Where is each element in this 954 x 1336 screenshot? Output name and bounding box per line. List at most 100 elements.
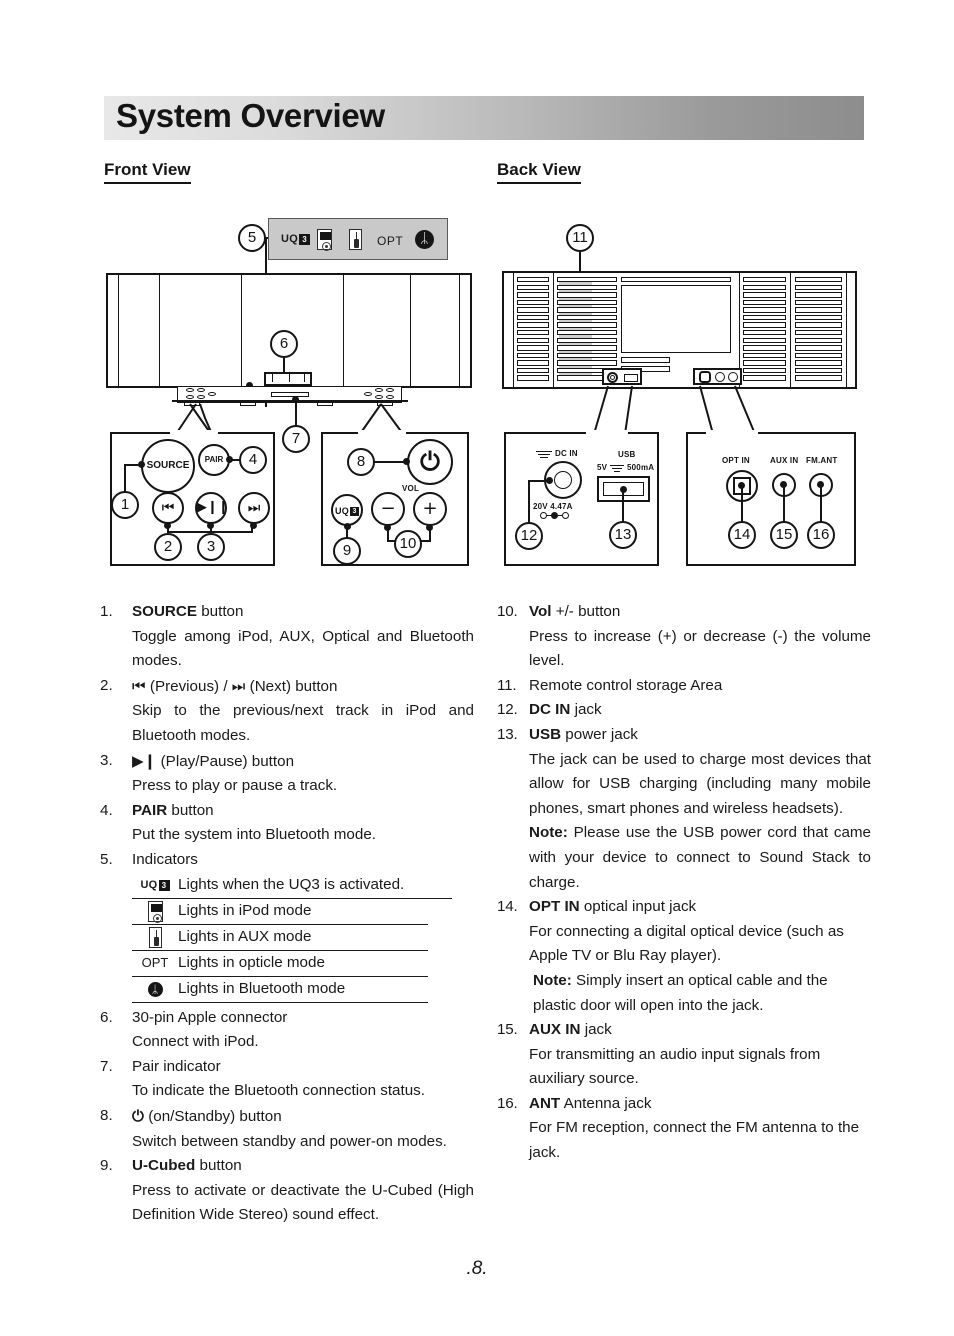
- bluetooth-icon: ᛦ: [132, 981, 178, 997]
- list-item-14: 14. OPT IN optical input jack For connec…: [497, 895, 871, 1018]
- list-item-1: 1. SOURCE button Toggle among iPod, AUX,…: [100, 600, 474, 674]
- page-number: .8.: [466, 1258, 488, 1279]
- indicator-row-bluetooth: ᛦ Lights in Bluetooth mode: [132, 977, 428, 1003]
- aux-in-label: AUX IN: [770, 456, 799, 465]
- callout-15-leader: [783, 485, 785, 522]
- item-11-heading: Remote control storage Area: [529, 676, 723, 694]
- item-4-body: Put the system into Bluetooth mode.: [132, 826, 376, 844]
- item-2-number: 2.: [100, 676, 113, 694]
- item-1-body: Toggle among iPod, AUX, Optical and Blue…: [132, 627, 474, 670]
- list-item-12: 12. DC IN jack: [497, 698, 871, 723]
- item-10-heading: Vol +/- button: [529, 603, 621, 620]
- indicator-row-uq3: UQ 3 Lights when the UQ3 is activated.: [132, 873, 452, 899]
- item-8-body: Switch between standby and power-on mode…: [132, 1132, 447, 1150]
- callout-12-leader-v: [528, 480, 530, 525]
- indicator-row-aux: Lights in AUX mode: [132, 925, 428, 951]
- aux-icon: [132, 926, 178, 948]
- uq3-icon: UQ 3: [132, 873, 178, 898]
- fm-ant-label: FM.ANT: [806, 456, 838, 465]
- item-3-body: Press to play or pause a track.: [132, 777, 338, 795]
- item-15-heading: AUX IN jack: [529, 1021, 612, 1039]
- item-16-heading: ANT Antenna jack: [529, 1094, 652, 1112]
- previous-icon: ⏮: [132, 676, 146, 695]
- item-8-number: 8.: [100, 1106, 113, 1124]
- list-item-5: 5. Indicators UQ 3 Lights when the UQ3 is…: [100, 848, 474, 1003]
- item-14-body: For connecting a digital optical device …: [529, 922, 844, 965]
- callout-13-leader: [622, 490, 624, 522]
- item-5-heading: Indicators: [132, 850, 198, 868]
- list-item-9: 9. U-Cubed button Press to activate or d…: [100, 1154, 474, 1228]
- callout-13: 13: [609, 521, 637, 549]
- item-1-number: 1.: [100, 603, 113, 620]
- item-14-number: 14.: [497, 898, 518, 916]
- item-14-heading: OPT IN optical input jack: [529, 898, 697, 916]
- item-9-heading: U-Cubed button: [132, 1157, 242, 1175]
- item-13-note: Note: Please use the USB power cord that…: [529, 824, 871, 891]
- play-pause-icon: ▶❙: [132, 751, 157, 770]
- indicator-legend: UQ 3 Lights when the UQ3 is activated. Li…: [132, 873, 474, 1003]
- opt-icon: OPT: [141, 954, 169, 970]
- back-view-diagram: 11 DC IN 12 20V 4.47A USB 5V 500mA 13 OP…: [0, 0, 954, 590]
- item-4-heading: PAIR button: [132, 801, 214, 819]
- item-9-body: Press to activate or deactivate the U-Cu…: [132, 1181, 474, 1224]
- item-3-heading: ▶❙ (Play/Pause) button: [132, 751, 295, 770]
- item-7-heading: Pair indicator: [132, 1057, 221, 1075]
- item-4-number: 4.: [100, 801, 113, 819]
- list-item-6: 6. 30-pin Apple connector Connect with i…: [100, 1006, 474, 1055]
- back-right-detail-box: [686, 432, 856, 566]
- item-6-number: 6.: [100, 1008, 113, 1026]
- list-item-11: 11. Remote control storage Area: [497, 674, 871, 699]
- item-2-heading: ⏮ (Previous) / ⏭ (Next) button: [132, 676, 338, 695]
- dc-in-jack-inner: [554, 471, 572, 489]
- ipod-icon: [132, 900, 178, 923]
- back-leader-notch-left: [586, 430, 628, 436]
- next-icon: ⏭: [231, 676, 246, 695]
- list-item-7: 7. Pair indicator To indicate the Blueto…: [100, 1055, 474, 1104]
- callout-16-leader: [820, 485, 822, 522]
- indicator-row-ipod: Lights in iPod mode: [132, 899, 428, 925]
- item-15-body: For transmitting an audio input signals …: [529, 1045, 821, 1088]
- indicator-ipod-text: Lights in iPod mode: [178, 901, 312, 919]
- indicator-opt-text: Lights in opticle mode: [178, 953, 325, 971]
- item-14-note: Note: Simply insert an optical cable and…: [533, 971, 828, 1014]
- item-11-number: 11.: [497, 676, 517, 694]
- left-text-column: 1. SOURCE button Toggle among iPod, AUX,…: [100, 600, 474, 1228]
- list-item-15: 15. AUX IN jack For transmitting an audi…: [497, 1018, 871, 1092]
- back-leader-notch-right: [706, 430, 758, 436]
- indicator-bluetooth-text: Lights in Bluetooth mode: [178, 979, 346, 997]
- usb-label: USB: [618, 450, 636, 459]
- item-3-number: 3.: [100, 751, 113, 769]
- item-13-number: 13.: [497, 725, 518, 743]
- item-5-number: 5.: [100, 850, 113, 868]
- callout-14-leader: [741, 486, 743, 522]
- callout-16: 16: [807, 521, 835, 549]
- item-15-number: 15.: [497, 1021, 518, 1039]
- item-1-heading: SOURCE button: [132, 603, 244, 620]
- item-7-body: To indicate the Bluetooth connection sta…: [132, 1082, 425, 1100]
- right-text-column: 10. Vol +/- button Press to increase (+)…: [497, 600, 871, 1166]
- usb-rating-left: 5V: [597, 463, 608, 472]
- dc-rating-label: 20V 4.47A: [533, 502, 573, 511]
- callout-12-leader-h: [528, 480, 548, 482]
- item-13-body: The jack can be used to charge most devi…: [529, 750, 871, 817]
- item-10-number: 10.: [497, 603, 518, 620]
- indicator-row-opt: OPT Lights in opticle mode: [132, 951, 428, 977]
- item-12-number: 12.: [497, 701, 518, 719]
- document-page: System Overview Front View Back View 5 U…: [0, 0, 954, 1336]
- list-item-4: 4. PAIR button Put the system into Bluet…: [100, 799, 474, 848]
- item-6-body: Connect with iPod.: [132, 1033, 259, 1051]
- list-item-2: 2. ⏮ (Previous) / ⏭ (Next) button Skip t…: [100, 674, 474, 749]
- list-item-16: 16. ANT Antenna jack For FM reception, c…: [497, 1092, 871, 1166]
- item-10-body: Press to increase (+) or decrease (-) th…: [529, 627, 871, 670]
- power-icon: ⏻: [132, 1106, 145, 1125]
- dc-in-label: DC IN: [555, 449, 578, 458]
- item-6-heading: 30-pin Apple connector: [132, 1008, 288, 1026]
- item-8-heading: ⏻ (on/Standby) button: [132, 1106, 282, 1125]
- list-item-10: 10. Vol +/- button Press to increase (+)…: [497, 600, 871, 674]
- indicator-aux-text: Lights in AUX mode: [178, 927, 312, 945]
- usb-rating-right: 500mA: [627, 463, 655, 472]
- item-12-heading: DC IN jack: [529, 701, 602, 719]
- opt-in-label: OPT IN: [722, 456, 750, 465]
- item-13-heading: USB power jack: [529, 725, 638, 743]
- item-2-body: Skip to the previous/next track in iPod …: [132, 702, 474, 744]
